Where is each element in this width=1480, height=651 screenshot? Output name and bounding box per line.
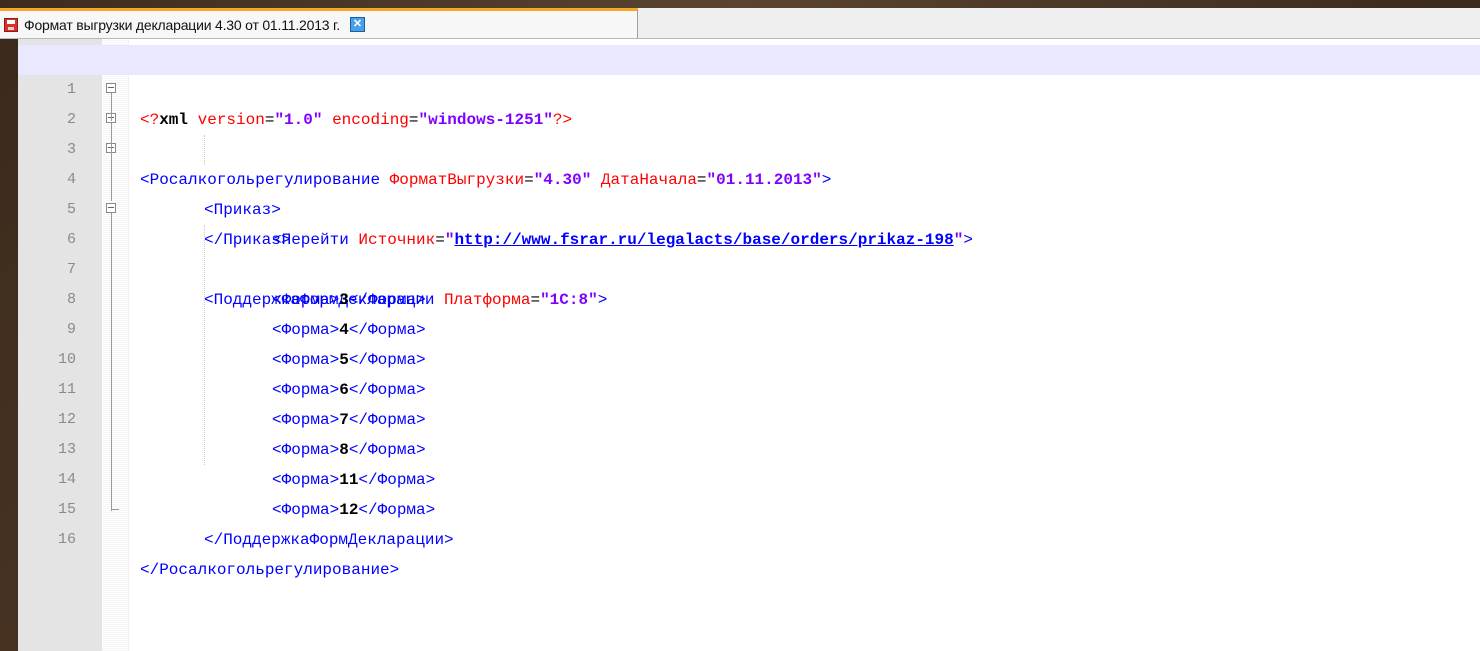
code-line: 14 <Форма>12</Форма> xyxy=(18,435,1480,519)
fold-end-marker xyxy=(111,495,119,510)
tab-bar: Формат выгрузки декларации 4.30 от 01.11… xyxy=(0,8,1480,39)
fold-guide xyxy=(111,213,112,511)
fold-toggle-icon[interactable] xyxy=(106,83,116,93)
fold-guide xyxy=(111,123,112,153)
code-line: 3 <Приказ> xyxy=(18,105,1480,219)
code-line: 10 <Форма>6</Форма> xyxy=(18,315,1480,399)
code-line: 4 <Перейти Источник="http://www.fsrar.ru… xyxy=(18,135,1480,249)
close-tab-button[interactable]: ✕ xyxy=(349,17,365,32)
code-line: 13 <Форма>11</Форма> xyxy=(18,405,1480,489)
code-line: 9 <Форма>5</Форма> xyxy=(18,285,1480,369)
code-line: 12 <Форма>8</Форма> xyxy=(18,375,1480,459)
fold-toggle-icon[interactable] xyxy=(106,203,116,213)
window-frame-top xyxy=(0,0,1480,8)
fold-guide xyxy=(111,153,112,201)
code-line: 1 <?xml version="1.0" encoding="windows-… xyxy=(18,45,1480,129)
indent-guide xyxy=(204,135,206,165)
code-line: 2 <Росалкогольрегулирование ФорматВыгруз… xyxy=(18,75,1480,189)
code-line: 8 <Форма>4</Форма> xyxy=(18,255,1480,339)
indent-guide xyxy=(204,225,206,465)
unsaved-file-icon xyxy=(4,17,18,32)
code-editor[interactable]: 1 <?xml version="1.0" encoding="windows-… xyxy=(18,39,1480,651)
code-line: 11 <Форма>7</Форма> xyxy=(18,345,1480,429)
code-line: 5 </Приказ> xyxy=(18,165,1480,249)
code-line: 15 </ПоддержкаФормДекларации> xyxy=(18,465,1480,549)
tab-document[interactable]: Формат выгрузки декларации 4.30 от 01.11… xyxy=(0,8,638,38)
code-line: 16 </Росалкогольрегулирование> xyxy=(18,495,1480,579)
code-line: 6 <ПоддержкаФормДекларации Платформа="1C… xyxy=(18,195,1480,309)
line-number: 16 xyxy=(57,531,76,548)
fold-guide xyxy=(111,93,112,121)
code-line: 7 <Форма>3</Форма> xyxy=(18,225,1480,309)
tab-title: Формат выгрузки декларации 4.30 от 01.11… xyxy=(24,16,340,33)
